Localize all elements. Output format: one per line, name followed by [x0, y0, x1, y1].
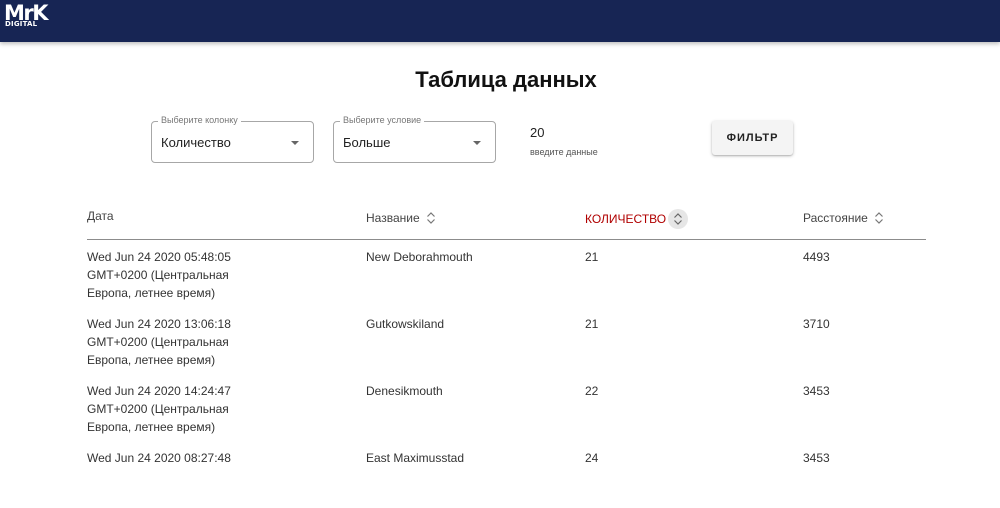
cell-distance: 3453: [803, 451, 830, 465]
column-header-label: Расстояние: [803, 211, 868, 225]
table-row: Wed Jun 24 2020 13:06:18 GMT+0200 (Центр…: [87, 307, 926, 374]
condition-select[interactable]: Выберите условие Больше: [333, 115, 496, 163]
condition-select-label: Выберите условие: [340, 115, 425, 125]
column-select[interactable]: Выберите колонку Количество: [151, 115, 314, 163]
filter-value-helper: введите данные: [530, 147, 598, 157]
cell-quantity: 21: [585, 317, 599, 331]
table-row: Wed Jun 24 2020 05:48:05 GMT+0200 (Центр…: [87, 240, 926, 307]
table-row: Wed Jun 24 2020 08:27:48 East Maximussta…: [87, 441, 926, 508]
table-header-row: Дата Название КОЛИЧЕСТВО Расстояние: [87, 200, 926, 240]
column-header-date: Дата: [87, 209, 114, 223]
cell-name: East Maximusstad: [366, 451, 465, 465]
cell-quantity: 24: [585, 451, 599, 465]
cell-distance: 4493: [803, 250, 830, 264]
cell-date: Wed Jun 24 2020 05:48:05 GMT+0200 (Центр…: [87, 250, 231, 300]
sort-icon[interactable]: [422, 209, 440, 227]
cell-date: Wed Jun 24 2020 14:24:47 GMT+0200 (Центр…: [87, 384, 231, 434]
cell-name: Gutkowskiland: [366, 317, 445, 331]
column-select-label: Выберите колонку: [158, 115, 241, 125]
cell-distance: 3453: [803, 384, 830, 398]
column-header-label: КОЛИЧЕСТВО: [585, 212, 667, 226]
page-title: Таблица данных: [415, 67, 597, 92]
column-header-distance[interactable]: Расстояние: [803, 209, 888, 227]
column-header-label: Название: [366, 211, 420, 225]
dropdown-arrow-icon: [473, 141, 481, 145]
condition-select-value: Больше: [343, 135, 391, 150]
cell-quantity: 22: [585, 384, 599, 398]
filter-button[interactable]: ФИЛЬТР: [712, 121, 793, 155]
column-header-quantity[interactable]: КОЛИЧЕСТВО: [585, 209, 689, 229]
sort-icon[interactable]: [668, 209, 689, 229]
top-app-bar: MrK DIGITAL: [0, 0, 1000, 42]
data-table: Дата Название КОЛИЧЕСТВО Расстояние Wed …: [87, 200, 926, 508]
cell-date: Wed Jun 24 2020 08:27:48: [87, 451, 231, 465]
cell-distance: 3710: [803, 317, 830, 331]
cell-quantity: 21: [585, 250, 599, 264]
brand-logo[interactable]: MrK DIGITAL: [4, 3, 49, 28]
table-row: Wed Jun 24 2020 14:24:47 GMT+0200 (Центр…: [87, 374, 926, 441]
cell-name: New Deborahmouth: [366, 250, 473, 264]
cell-date: Wed Jun 24 2020 13:06:18 GMT+0200 (Центр…: [87, 317, 231, 367]
sort-icon[interactable]: [870, 209, 888, 227]
dropdown-arrow-icon: [291, 141, 299, 145]
column-header-name[interactable]: Название: [366, 209, 440, 227]
cell-name: Denesikmouth: [366, 384, 443, 398]
column-header-label: Дата: [87, 209, 114, 223]
column-select-value: Количество: [161, 135, 231, 150]
filter-value-input[interactable]: 20: [530, 125, 610, 140]
